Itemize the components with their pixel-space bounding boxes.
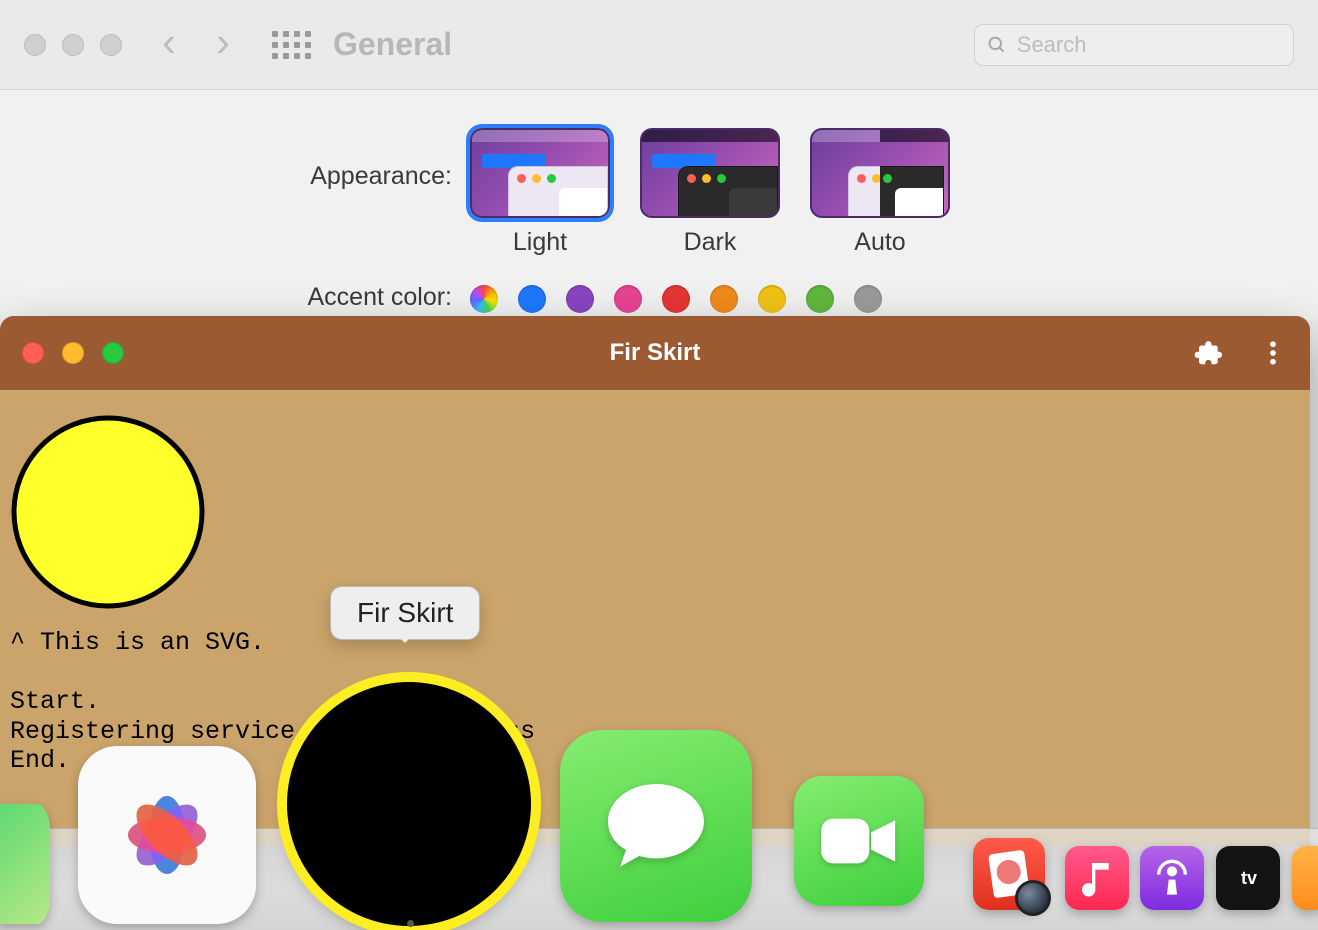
sysprefs-traffic-lights	[24, 34, 122, 56]
yellow-circle-svg	[10, 414, 1300, 618]
accent-blue[interactable]	[518, 285, 546, 313]
appearance-label: Appearance:	[0, 128, 470, 191]
search-icon	[987, 34, 1007, 56]
speech-bubble-icon	[596, 766, 716, 886]
accent-green[interactable]	[806, 285, 834, 313]
firskirt-titlebar[interactable]: Fir Skirt	[0, 316, 1310, 390]
appearance-dark[interactable]: Dark	[640, 128, 780, 257]
back-button[interactable]: ‹	[162, 18, 176, 66]
dock-tv-icon[interactable]: tv	[1216, 846, 1280, 910]
show-all-icon[interactable]	[272, 31, 311, 59]
appearance-dark-label: Dark	[640, 228, 780, 257]
sysprefs-nav: ‹ ›	[162, 21, 230, 69]
dock-messages-icon[interactable]	[560, 730, 752, 922]
sysprefs-body: Appearance: Light Dark Auto	[0, 90, 1318, 342]
accent-graphite[interactable]	[854, 285, 882, 313]
firskirt-traffic-lights	[22, 342, 124, 364]
forward-button[interactable]: ›	[216, 18, 230, 66]
appearance-auto[interactable]: Auto	[810, 128, 950, 257]
dock-firskirt-icon[interactable]	[287, 682, 531, 926]
zoom-icon[interactable]	[100, 34, 122, 56]
accent-orange[interactable]	[710, 285, 738, 313]
dock-tooltip: Fir Skirt	[330, 586, 480, 640]
dock: tv	[0, 828, 1318, 930]
minimize-icon[interactable]	[62, 342, 84, 364]
search-input[interactable]	[1017, 32, 1281, 58]
running-indicator-icon	[407, 920, 414, 927]
firskirt-title: Fir Skirt	[610, 339, 701, 367]
extension-icon[interactable]	[1194, 338, 1224, 368]
accent-multicolor[interactable]	[470, 285, 498, 313]
dock-facetime-icon[interactable]	[794, 776, 924, 906]
dock-photobooth-icon[interactable]	[973, 838, 1045, 910]
accent-purple[interactable]	[566, 285, 594, 313]
close-icon[interactable]	[24, 34, 46, 56]
tv-label: tv	[1241, 868, 1257, 889]
accent-red[interactable]	[662, 285, 690, 313]
more-icon[interactable]	[1258, 338, 1288, 368]
music-note-icon	[1077, 858, 1117, 898]
minimize-icon[interactable]	[62, 34, 84, 56]
camera-lens-icon	[1015, 880, 1051, 916]
accent-color-label: Accent color:	[0, 283, 470, 312]
appearance-light-label: Light	[470, 228, 610, 257]
system-preferences-window: ‹ › General Appearance: Light Dark	[0, 0, 1318, 320]
video-camera-icon	[816, 813, 902, 869]
appearance-light[interactable]: Light	[470, 128, 610, 257]
dock-partial-icon[interactable]	[1292, 846, 1318, 910]
accent-color-swatches	[470, 285, 882, 313]
photos-flower-icon	[102, 770, 232, 900]
svg-caption: ^ This is an SVG.	[10, 628, 1300, 657]
dock-photos-icon[interactable]	[78, 746, 256, 924]
podcast-icon	[1152, 858, 1192, 898]
dock-tooltip-label: Fir Skirt	[357, 597, 453, 628]
accent-pink[interactable]	[614, 285, 642, 313]
zoom-icon[interactable]	[102, 342, 124, 364]
close-icon[interactable]	[22, 342, 44, 364]
sysprefs-toolbar: ‹ › General	[0, 0, 1318, 90]
appearance-options: Light Dark Auto	[470, 128, 950, 257]
dock-music-icon[interactable]	[1065, 846, 1129, 910]
accent-yellow[interactable]	[758, 285, 786, 313]
appearance-auto-label: Auto	[810, 228, 950, 257]
dock-podcasts-icon[interactable]	[1140, 846, 1204, 910]
pane-title: General	[333, 26, 452, 63]
dock-maps-icon[interactable]	[0, 804, 50, 924]
search-field[interactable]	[974, 24, 1294, 66]
